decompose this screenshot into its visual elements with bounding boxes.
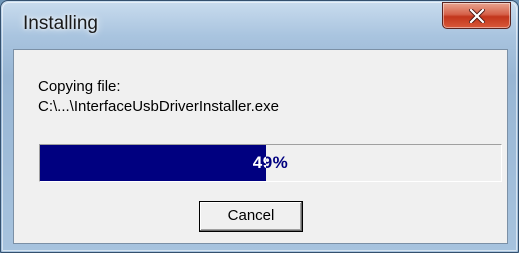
close-icon	[469, 9, 485, 23]
file-path-text: C:\...\InterfaceUsbDriverInstaller.exe	[38, 98, 279, 115]
progress-label-inverse: 49%	[252, 153, 266, 172]
progress-bar: 49% 49%	[39, 144, 502, 182]
cancel-button[interactable]: Cancel	[199, 201, 303, 232]
status-label: Copying file:	[38, 78, 121, 95]
dialog-client-area: Copying file: C:\...\InterfaceUsbDriverI…	[13, 49, 508, 244]
window-title: Installing	[23, 13, 98, 34]
progress-fill: 49%	[40, 145, 266, 181]
title-bar[interactable]: Installing	[1, 1, 518, 45]
installing-dialog: Installing Copying file: C:\...\Interfac…	[0, 0, 519, 253]
close-button[interactable]	[442, 2, 511, 29]
